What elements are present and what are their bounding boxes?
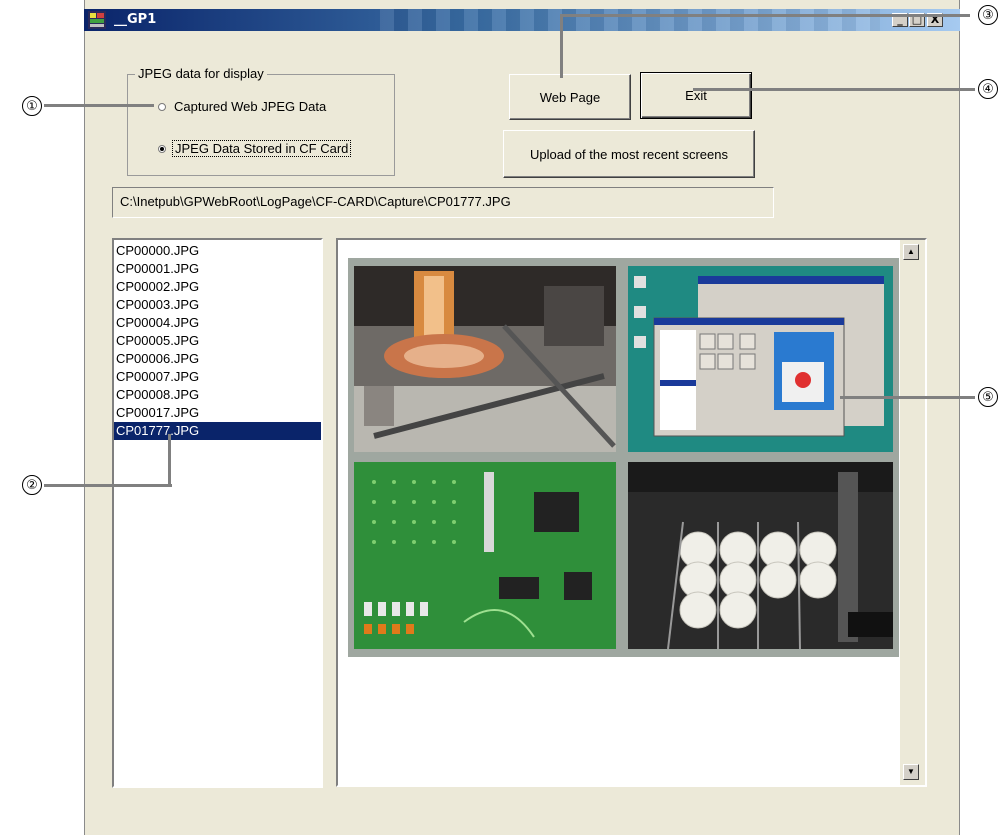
- file-list-item[interactable]: CP01777.JPG: [114, 422, 321, 440]
- callout-2: ②: [22, 475, 42, 495]
- file-list-item[interactable]: CP00001.JPG: [114, 260, 321, 278]
- callout-1: ①: [22, 96, 42, 116]
- parts-handler-photo: [628, 462, 893, 649]
- file-list-item[interactable]: CP00006.JPG: [114, 350, 321, 368]
- preview-image: [348, 258, 899, 657]
- window-title: __GP1: [114, 12, 157, 27]
- callout-line-3: [560, 14, 970, 17]
- jpeg-source-group: [127, 74, 395, 176]
- radio-cf-card-dot: [160, 147, 164, 151]
- file-list-item[interactable]: CP00004.JPG: [114, 314, 321, 332]
- exit-button[interactable]: Exit: [640, 72, 752, 119]
- callout-line-5: [840, 396, 975, 399]
- file-list-item[interactable]: CP00008.JPG: [114, 386, 321, 404]
- circuit-board-photo: [354, 462, 616, 649]
- file-list-item[interactable]: CP00017.JPG: [114, 404, 321, 422]
- title-bar-texture: [380, 9, 880, 31]
- callout-line-4: [693, 88, 975, 91]
- callout-line-2-vertical: [168, 434, 171, 487]
- file-list-item[interactable]: CP00003.JPG: [114, 296, 321, 314]
- web-page-button[interactable]: Web Page: [509, 74, 631, 120]
- callout-3: ③: [978, 5, 998, 25]
- radio-cf-card-label[interactable]: JPEG Data Stored in CF Card: [172, 140, 352, 157]
- file-list-item[interactable]: CP00007.JPG: [114, 368, 321, 386]
- callout-line-3-vertical: [560, 14, 563, 78]
- callout-line-1: [44, 104, 154, 107]
- callout-4: ④: [978, 79, 998, 99]
- file-path-field: C:\Inetpub\GPWebRoot\LogPage\CF-CARD\Cap…: [112, 187, 774, 218]
- file-list-item[interactable]: CP00002.JPG: [114, 278, 321, 296]
- radio-captured-web[interactable]: [158, 103, 166, 111]
- file-list-item[interactable]: CP00005.JPG: [114, 332, 321, 350]
- screen-capture-photo: [628, 266, 893, 452]
- vertical-scrollbar[interactable]: ▲ ▼: [900, 240, 925, 785]
- file-list-item[interactable]: CP00000.JPG: [114, 242, 321, 260]
- group-legend: JPEG data for display: [135, 66, 267, 81]
- upload-recent-button[interactable]: Upload of the most recent screens: [503, 130, 755, 178]
- machine-photo: [354, 266, 616, 452]
- scroll-up-button[interactable]: ▲: [903, 244, 919, 260]
- radio-captured-web-label[interactable]: Captured Web JPEG Data: [174, 99, 326, 114]
- callout-5: ⑤: [978, 387, 998, 407]
- file-listbox[interactable]: CP00000.JPG CP00001.JPG CP00002.JPG CP00003…: [112, 238, 323, 788]
- callout-line-2: [44, 484, 172, 487]
- scroll-down-button[interactable]: ▼: [903, 764, 919, 780]
- app-icon: [88, 11, 106, 29]
